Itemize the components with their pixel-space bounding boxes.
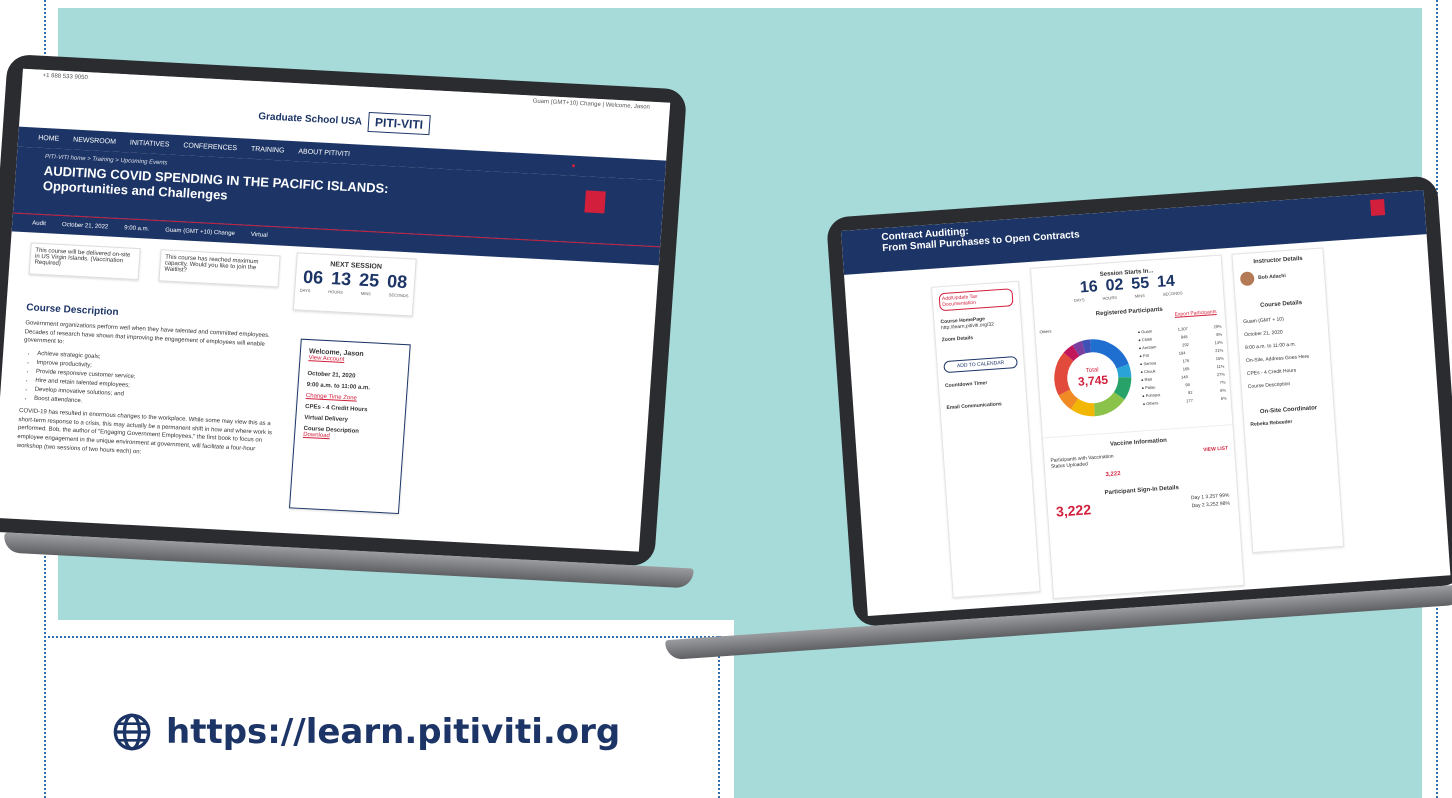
phone-number: +1 888 533 9050 — [42, 72, 88, 82]
donut-slice — [1113, 377, 1132, 400]
main-content: This course will be delivered on-site in… — [0, 231, 659, 551]
course-details-list: Guam (GMT + 10) October 21, 2020 9:00 a.… — [1243, 311, 1326, 394]
donut-slice — [1072, 340, 1086, 357]
notice-onsite: This course will be delivered on-site in… — [28, 242, 141, 281]
goals-list: Achieve strategic goals; Improve product… — [20, 349, 283, 416]
side-cpes: CPEs - 4 Credit Hours — [304, 403, 368, 414]
view-list-button[interactable]: VIEW LIST — [1203, 446, 1229, 460]
donut-slice — [1070, 398, 1095, 417]
signin-days: Day 1 3,257 99% Day 2 3,252 98% — [1191, 492, 1230, 511]
coordinator-label: On-Site Coordinator — [1259, 405, 1318, 416]
donut-slice — [1058, 389, 1079, 410]
logo-brand: PITI-VITI — [367, 111, 431, 136]
donut-center: Total 3,745 — [1068, 366, 1117, 389]
search-icon[interactable]: ● — [571, 162, 576, 169]
notice-capacity-text: This course has reached maximum capacity… — [164, 254, 259, 274]
timer-days: 06 — [302, 266, 324, 288]
dotted-border-bottom — [44, 636, 734, 638]
course-details-label: Course Details — [1259, 300, 1303, 309]
left-panel: Add/Update Tax Documentation Course Home… — [931, 280, 1041, 599]
timer-label-secs: SECONDS — [388, 292, 409, 299]
notice-capacity: This course has reached maximum capacity… — [158, 249, 281, 288]
timer-label-hours: HOURS — [328, 289, 344, 295]
nav-item-about[interactable]: ABOUT PITIVITI — [298, 148, 350, 158]
course-description: Course Description Government organizati… — [16, 302, 286, 464]
info-time: 9:00 a.m. — [123, 225, 150, 233]
laptop-screen: Contract Auditing: From Small Purchases … — [840, 190, 1451, 617]
chart-legend: ● Guam 1,307 29% ● CNMI 848 8% ● AmSam 292 14% ● … — [1137, 323, 1227, 409]
next-session-card: NEXT SESSION 06 13 25 08 DAYS HOURS MINS… — [292, 252, 417, 317]
center-panel: Session Starts In... 16 02 55 14 DAYS HO… — [1029, 254, 1245, 600]
info-timezone[interactable]: Guam (GMT +10) Change — [165, 227, 235, 237]
instructor-label: Instructor Details — [1253, 255, 1303, 266]
signin-day-2: Day 2 3,252 98% — [1191, 500, 1231, 510]
nav-item-training[interactable]: TRAINING — [251, 145, 285, 154]
info-category: Audit — [32, 220, 47, 228]
side-date: October 21, 2020 — [307, 371, 356, 380]
account-sidebar: Welcome, Jason View Account October 21, … — [288, 338, 411, 515]
notice-onsite-text: This course will be delivered on-site in… — [34, 247, 131, 268]
change-timezone-link[interactable]: Change Time Zone — [306, 393, 398, 404]
url-text[interactable]: https://learn.pitiviti.org — [166, 712, 620, 752]
timer-label-days: DAYS — [299, 287, 311, 294]
zoom-details-label: Zoom Details — [941, 335, 974, 344]
others-label: Others — [1039, 328, 1052, 335]
timer-hours: 13 — [330, 268, 352, 290]
timer-days: 16 — [1079, 278, 1099, 297]
description-para-2: COVID-19 has resulted in enormous change… — [16, 408, 273, 456]
brand-square-icon — [584, 190, 606, 214]
timer-label-secs: SECONDS — [1162, 290, 1183, 297]
countdown-timer-label: Countdown Timer — [944, 380, 988, 390]
donut-slice — [1063, 345, 1080, 362]
nav-item-initiatives[interactable]: INITIATIVES — [130, 139, 170, 148]
timer-label-hours: HOURS — [1102, 294, 1118, 301]
avatar — [1239, 271, 1255, 287]
side-delivery: Virtual Delivery — [304, 414, 349, 424]
laptop-screen: +1 888 533 9050 Guam (GMT+10) Change | W… — [0, 68, 671, 552]
vaccine-status-text: Participants with Vaccination Status Upl… — [1050, 453, 1114, 470]
website-url[interactable]: https://learn.pitiviti.org — [112, 712, 620, 752]
nav-item-newsroom[interactable]: NEWSROOM — [73, 136, 116, 145]
donut-slice — [1090, 339, 1129, 370]
info-delivery: Virtual — [250, 231, 268, 239]
timer-label-mins: MINS — [360, 290, 371, 297]
side-time: 9:00 a.m. to 11:00 a.m. — [306, 382, 371, 392]
add-calendar-button[interactable]: ADD TO CALENDAR — [943, 356, 1018, 374]
globe-icon — [113, 713, 151, 751]
coordinator-name: Rebeka Rebeeder — [1250, 418, 1293, 428]
laptop-left: +1 888 533 9050 Guam (GMT+10) Change | W… — [0, 54, 727, 590]
registration-chart: Total 3,745 Others ● Guam 1,307 29% ● CNMI 8… — [1035, 314, 1232, 437]
nav-item-conferences[interactable]: CONFERENCES — [183, 142, 237, 152]
timer-hours: 02 — [1105, 276, 1124, 295]
laptop-right: Contract Auditing: From Small Purchases … — [665, 175, 1452, 661]
brand-square-icon — [1370, 199, 1386, 216]
signin-total: 3,222 — [1055, 501, 1092, 520]
instructor-name: Bob Adachi — [1258, 273, 1286, 281]
timer-secs: 08 — [386, 271, 408, 293]
timer-mins: 25 — [358, 269, 380, 291]
tax-docs-button[interactable]: Add/Update Tax Documentation — [938, 288, 1014, 312]
donut-slice — [1116, 363, 1132, 378]
timer-label-mins: MINS — [1134, 292, 1145, 299]
donut-slice — [1081, 339, 1092, 354]
timer-mins: 55 — [1130, 274, 1150, 293]
timer-label-days: DAYS — [1073, 297, 1085, 303]
nav-item-home[interactable]: HOME — [38, 134, 59, 142]
info-date: October 21, 2022 — [61, 222, 109, 231]
right-panel: Instructor Details Bob Adachi Course Det… — [1231, 247, 1345, 554]
timer-secs: 14 — [1156, 272, 1176, 292]
dotted-border-mid — [718, 636, 720, 798]
donut-slice — [1093, 391, 1125, 417]
instructor-row: Bob Adachi — [1239, 267, 1319, 287]
email-communications-label: Email Communications — [946, 401, 1002, 412]
logo-org: Graduate School USA — [257, 110, 363, 128]
